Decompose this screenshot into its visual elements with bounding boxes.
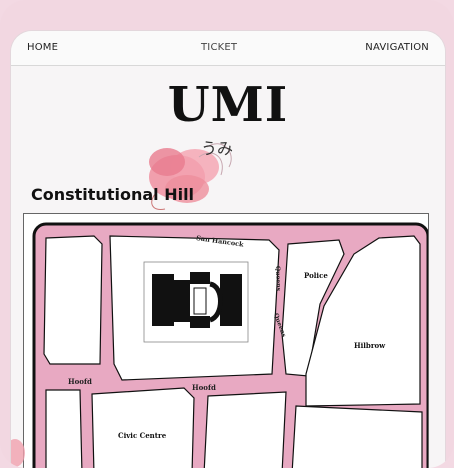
pitch — [193, 287, 207, 315]
stand-bottom — [190, 316, 210, 328]
street-hoofd-mid: Hoofd — [192, 383, 216, 392]
venue-map[interactable]: San Hancock Queens Queens Hoofd Hoofd Po… — [23, 213, 429, 468]
block-civic-centre[interactable] — [91, 387, 195, 468]
section-title: Constitutional Hill — [31, 185, 195, 204]
nav-navigation-link[interactable]: NAVIGATION — [365, 42, 429, 53]
place-civic-centre: Civic Centre — [118, 431, 167, 440]
block-bottom-left[interactable] — [45, 389, 83, 468]
device-frame: HOME TICKET NAVIGATION UMI うみ Constituti… — [0, 0, 454, 468]
brand-subtitle: うみ — [201, 139, 234, 158]
stand-inner-left — [174, 280, 190, 322]
nav-home-link[interactable]: HOME — [27, 42, 58, 53]
flower-corner-illustration — [11, 439, 25, 467]
street-hoofd-left: Hoofd — [68, 377, 92, 386]
stand-left — [152, 274, 174, 326]
stand-top — [190, 272, 210, 284]
block-left[interactable] — [43, 235, 103, 365]
map-svg: San Hancock Queens Queens Hoofd Hoofd Po… — [32, 222, 428, 468]
app-screen: HOME TICKET NAVIGATION UMI うみ Constituti… — [10, 30, 446, 468]
block-bottom-mid[interactable] — [203, 391, 287, 468]
place-police: Police — [304, 271, 328, 280]
nav-ticket-link[interactable]: TICKET — [201, 42, 237, 53]
place-hilbrow: Hilbrow — [354, 341, 386, 350]
top-nav: HOME TICKET NAVIGATION — [11, 31, 445, 66]
brand-title: UMI — [167, 77, 289, 133]
block-bottom-right[interactable] — [291, 405, 423, 468]
stand-right — [220, 274, 242, 326]
street-queens-upper: Queens — [274, 266, 282, 292]
